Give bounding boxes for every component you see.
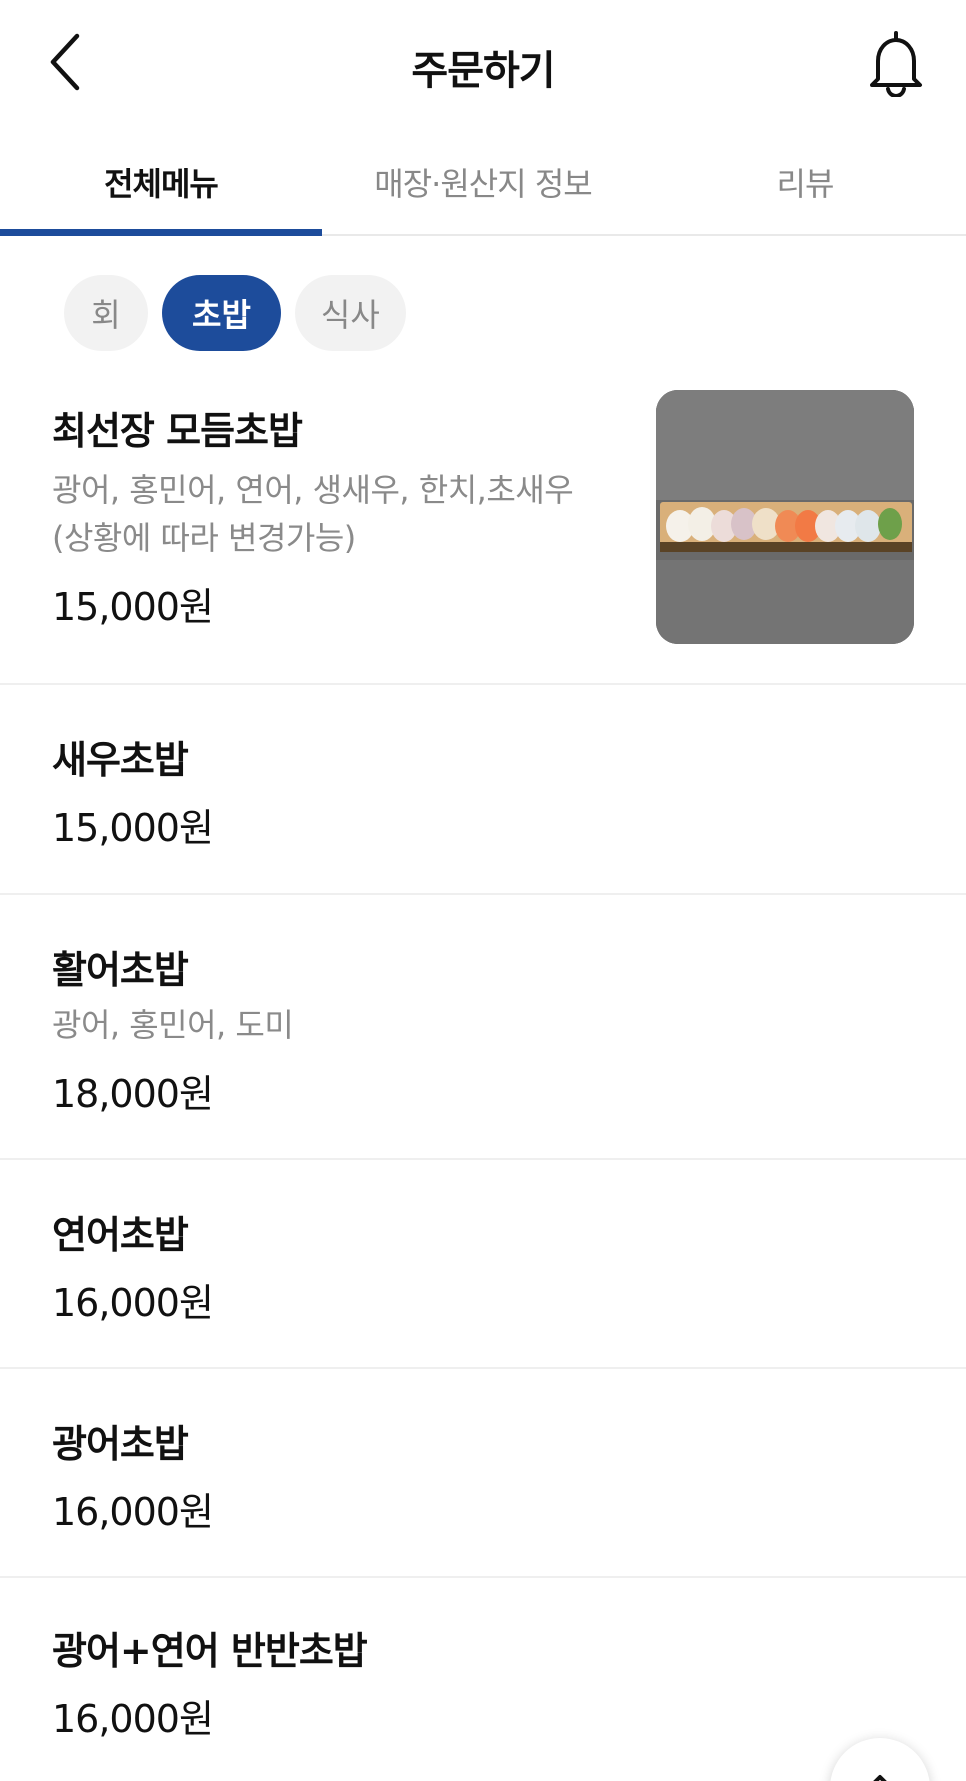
menu-item-price: 15,000원 bbox=[52, 585, 214, 629]
menu-item-name: 연어초밥 bbox=[52, 1213, 189, 1257]
order-screen: 주문하기 전체메뉴 매장·원산지 정보 리뷰 회 초밥 식사 최선장 모듬초밥 … bbox=[0, 0, 966, 1781]
menu-item-name: 광어초밥 bbox=[52, 1422, 189, 1466]
menu-item-description: 광어, 홍민어, 연어, 생새우, 한치,초새우 (상황에 따라 변경가능) bbox=[52, 471, 574, 557]
bell-icon bbox=[870, 31, 922, 97]
chevron-up-icon bbox=[873, 1775, 887, 1781]
top-bar: 주문하기 bbox=[0, 0, 966, 130]
menu-tabs: 전체메뉴 매장·원산지 정보 리뷰 bbox=[0, 130, 966, 236]
menu-item-name: 새우초밥 bbox=[52, 738, 189, 782]
chip-sushi[interactable]: 초밥 bbox=[162, 275, 281, 351]
menu-item-name: 최선장 모듬초밥 bbox=[52, 409, 303, 453]
menu-item-price: 15,000원 bbox=[52, 806, 214, 850]
menu-item-description: 광어, 홍민어, 도미 bbox=[52, 1006, 294, 1044]
tab-store-origin-info[interactable]: 매장·원산지 정보 bbox=[322, 130, 644, 234]
menu-item[interactable]: 새우초밥 15,000원 bbox=[0, 685, 966, 895]
sushi-platter-image bbox=[656, 390, 914, 644]
menu-item[interactable]: 광어+연어 반반초밥 16,000원 bbox=[0, 1578, 966, 1781]
notification-button[interactable] bbox=[856, 22, 936, 106]
menu-item-price: 16,000원 bbox=[52, 1697, 214, 1741]
tab-all-menu[interactable]: 전체메뉴 bbox=[0, 130, 322, 236]
menu-item-photo bbox=[656, 390, 914, 644]
menu-item[interactable]: 광어초밥 16,000원 bbox=[0, 1369, 966, 1578]
chip-sashimi[interactable]: 회 bbox=[64, 275, 148, 351]
menu-item-price: 18,000원 bbox=[52, 1072, 214, 1116]
chip-meal[interactable]: 식사 bbox=[294, 275, 406, 351]
tab-reviews[interactable]: 리뷰 bbox=[644, 130, 966, 234]
category-chips: 회 초밥 식사 bbox=[64, 275, 406, 351]
menu-item-price: 16,000원 bbox=[52, 1281, 214, 1325]
menu-item-price: 16,000원 bbox=[52, 1490, 214, 1534]
menu-item[interactable]: 연어초밥 16,000원 bbox=[0, 1160, 966, 1369]
menu-item[interactable]: 활어초밥 광어, 홍민어, 도미 18,000원 bbox=[0, 895, 966, 1160]
page-title: 주문하기 bbox=[411, 48, 555, 94]
menu-item-name: 활어초밥 bbox=[52, 948, 189, 992]
menu-item-name: 광어+연어 반반초밥 bbox=[52, 1629, 368, 1673]
